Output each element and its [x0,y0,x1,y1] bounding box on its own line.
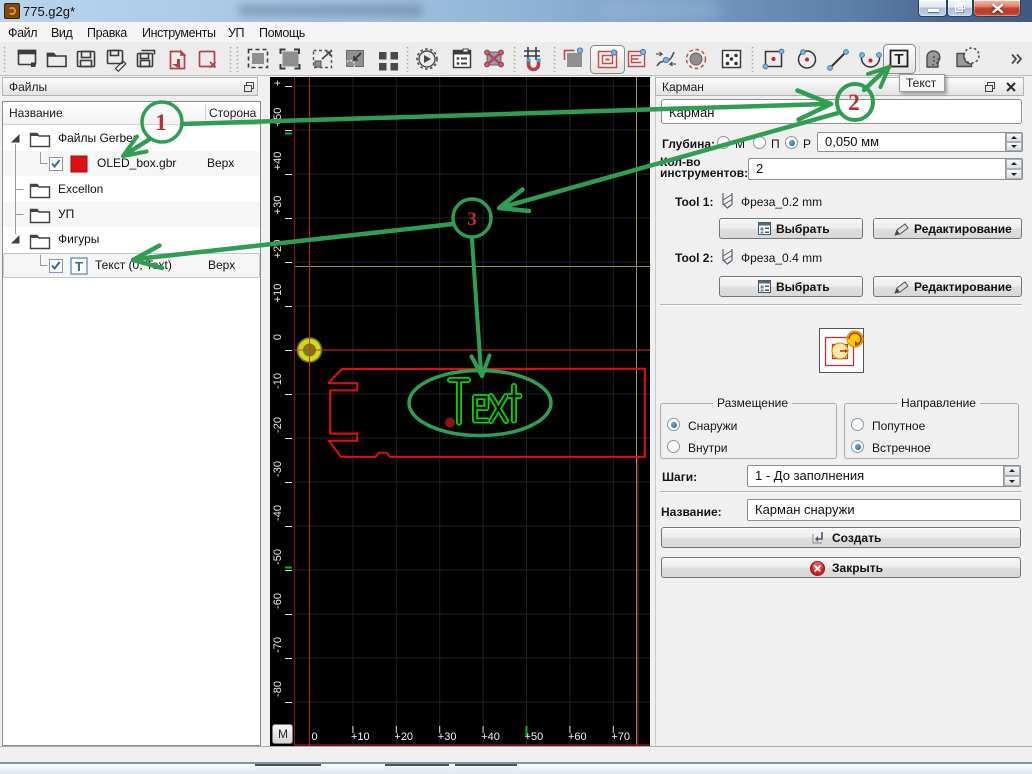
svg-text:+60: +60 [568,731,587,743]
svg-text:+40: +40 [272,152,284,171]
svg-text:-60: -60 [272,593,284,609]
svg-text:+70: +70 [611,731,630,743]
svg-text:T: T [894,51,903,68]
svg-text:-10: -10 [272,373,284,389]
svg-text:+20: +20 [272,240,284,259]
svg-text:-40: -40 [272,505,284,521]
svg-text:0: 0 [312,731,318,743]
svg-text:+10: +10 [272,284,284,303]
svg-text:+30: +30 [438,731,457,743]
svg-text:+50: +50 [525,731,544,743]
svg-text:+20: +20 [394,731,413,743]
svg-text:+30: +30 [272,196,284,215]
svg-text:+40: +40 [481,731,500,743]
svg-text:+50: +50 [272,108,284,127]
svg-text:-50: -50 [272,549,284,565]
svg-text:-20: -20 [272,417,284,433]
svg-text:-30: -30 [272,461,284,477]
svg-text:0: 0 [272,334,284,340]
svg-text:-70: -70 [272,637,284,653]
svg-text:+10: +10 [351,731,370,743]
svg-text:-80: -80 [272,681,284,697]
svg-text:T: T [75,259,83,274]
svg-text:+: + [272,80,284,86]
